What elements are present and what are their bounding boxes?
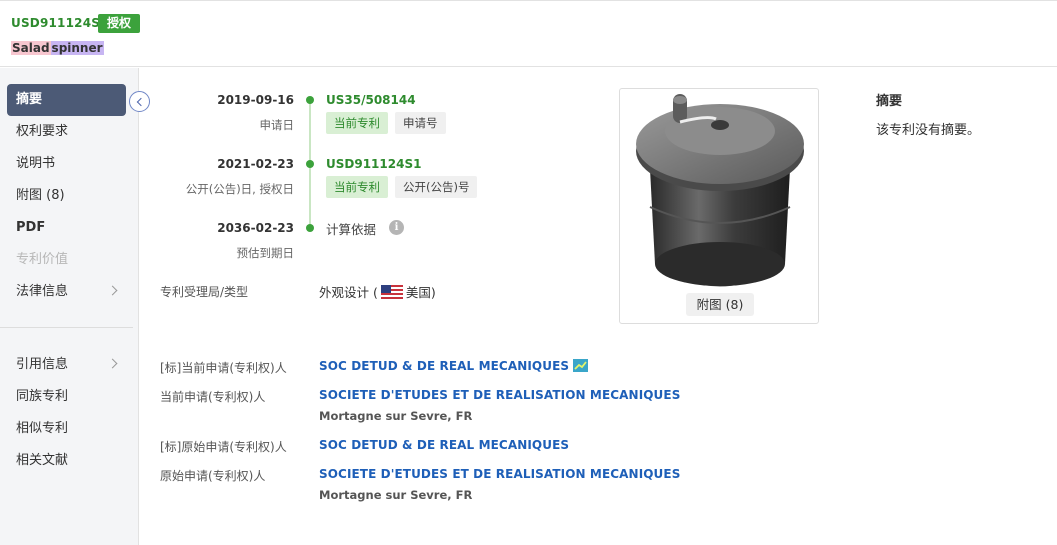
sidebar-item-citations[interactable]: 引用信息 [7,349,126,381]
applicant-name[interactable]: SOC DETUD & DE REAL MECANIQUES [319,359,569,373]
sidebar-item-label: 相似专利 [16,421,69,436]
sidebar-item-label: 相关文献 [16,453,69,468]
sidebar-item-abstract[interactable]: 摘要 [7,84,126,116]
publication-number[interactable]: USD911124S1 [11,16,109,30]
current-patent-tag: 当前专利 [326,112,388,134]
abstract-title: 摘要 [876,94,903,109]
abstract-text: 该专利没有摘要。 [876,123,981,138]
sidebar-item-label: 引用信息 [16,357,69,372]
country-text: 美国) [405,285,436,300]
status-badge: 授权 [98,14,141,33]
current-applicant-link[interactable]: SOCIETE D'ETUDES ET DE REALISATION MECAN… [319,388,680,402]
publication-date-label: 公开(公告)日, 授权日 [185,182,294,196]
timeline-dot [306,160,314,168]
publication-number-tag: 公开(公告)号 [395,176,478,198]
application-number-tag: 申请号 [395,112,446,134]
std-current-applicant-label: [标]当前申请(专利权)人 [160,361,287,375]
sidebar: 摘要 权利要求 说明书 附图 (8) PDF 专利价值 法律信息 引用信息 同族… [0,68,139,545]
application-number[interactable]: US35/508144 [326,93,416,107]
original-applicant-link[interactable]: SOCIETE D'ETUDES ET DE REALISATION MECAN… [319,467,680,481]
sidebar-item-pdf[interactable]: PDF [7,212,126,244]
expiry-date: 2036-02-23 [217,221,294,235]
sidebar-item-similar[interactable]: 相似专利 [7,413,126,445]
sidebar-item-description[interactable]: 说明书 [7,148,126,180]
us-flag-icon [380,285,403,299]
original-applicant-label: 原始申请(专利权)人 [160,469,266,483]
patent-title: Salad spinner [11,41,104,55]
sidebar-item-claims[interactable]: 权利要求 [7,116,126,148]
sidebar-item-label: PDF [16,220,46,235]
sidebar-item-family[interactable]: 同族专利 [7,381,126,413]
current-applicant-label: 当前申请(专利权)人 [160,390,266,404]
expiry-date-label: 预估到期日 [236,246,295,260]
trend-chart-icon[interactable] [573,359,589,372]
patent-header: USD911124S1 授权 Salad spinner [0,4,1057,67]
title-word-highlighted: spinner [50,41,104,55]
sidebar-item-label: 权利要求 [16,124,69,139]
sidebar-item-label: 法律信息 [16,284,69,299]
sidebar-item-figures[interactable]: 附图 (8) [7,180,126,212]
sidebar-item-label: 附图 (8) [16,188,65,203]
publication-date: 2021-02-23 [217,157,294,171]
office-type-label: 专利受理局/类型 [160,285,249,299]
application-date-label: 申请日 [259,118,295,132]
salad-spinner-image[interactable] [620,89,820,325]
original-applicant-address: Mortagne sur Sevre, FR [319,488,473,502]
sidebar-item-related-docs[interactable]: 相关文献 [7,445,126,477]
figures-button[interactable]: 附图 (8) [686,293,754,316]
sidebar-item-legal-info[interactable]: 法律信息 [7,276,126,308]
chevron-right-icon [107,285,118,296]
publication-number-link[interactable]: USD911124S1 [326,157,421,171]
current-patent-tag: 当前专利 [326,176,388,198]
std-original-applicant-label: [标]原始申请(专利权)人 [160,440,287,454]
timeline-dot [306,224,314,232]
timeline-dot [306,96,314,104]
sidebar-item-label: 说明书 [16,156,56,171]
std-current-applicant-link[interactable]: SOC DETUD & DE REAL MECANIQUES [319,359,589,373]
std-original-applicant-link[interactable]: SOC DETUD & DE REAL MECANIQUES [319,438,569,452]
calculation-basis: 计算依据 [326,222,377,237]
info-icon[interactable]: i [389,220,404,235]
sidebar-item-label: 同族专利 [16,389,69,404]
sidebar-divider [0,327,133,328]
chevron-right-icon [107,358,118,369]
design-type-text: 外观设计 ( [319,285,378,300]
sidebar-item-label: 摘要 [16,92,43,107]
office-type-value: 外观设计 ( 美国) [319,282,436,301]
current-applicant-address: Mortagne sur Sevre, FR [319,409,473,423]
title-word-highlighted: Salad [11,41,51,55]
sidebar-item-patent-value: 专利价值 [7,244,126,276]
figure-card[interactable] [619,88,819,324]
collapse-sidebar-button[interactable] [129,91,150,112]
sidebar-item-label: 专利价值 [16,252,69,267]
application-date: 2019-09-16 [217,93,294,107]
